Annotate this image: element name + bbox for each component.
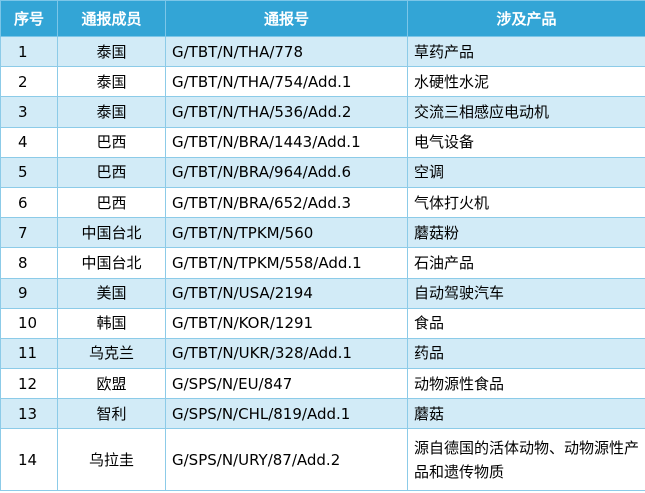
cell-product: 自动驾驶汽车 xyxy=(407,277,645,309)
cell-member: 欧盟 xyxy=(57,368,166,400)
cell-product: 草药产品 xyxy=(407,35,645,68)
table-row: 1 泰国 G/TBT/N/THA/778 草药产品 xyxy=(0,35,645,68)
header-no: 序号 xyxy=(0,0,58,37)
cell-no: 10 xyxy=(0,307,58,339)
cell-code: G/TBT/N/BRA/964/Add.6 xyxy=(165,156,408,188)
cell-code: G/TBT/N/TPKM/558/Add.1 xyxy=(165,247,408,279)
cell-member: 泰国 xyxy=(57,66,166,98)
header-code: 通报号 xyxy=(165,0,408,37)
table-row: 12 欧盟 G/SPS/N/EU/847 动物源性食品 xyxy=(0,368,645,400)
table-row: 10 韩国 G/TBT/N/KOR/1291 食品 xyxy=(0,307,645,339)
table-row: 2 泰国 G/TBT/N/THA/754/Add.1 水硬性水泥 xyxy=(0,66,645,98)
cell-no: 7 xyxy=(0,217,58,249)
table-row: 3 泰国 G/TBT/N/THA/536/Add.2 交流三相感应电动机 xyxy=(0,96,645,128)
cell-product: 动物源性食品 xyxy=(407,368,645,400)
table-row: 7 中国台北 G/TBT/N/TPKM/560 蘑菇粉 xyxy=(0,217,645,249)
cell-product: 气体打火机 xyxy=(407,186,645,219)
cell-product: 蘑菇 xyxy=(407,398,645,430)
cell-no: 1 xyxy=(0,35,58,68)
table-row: 5 巴西 G/TBT/N/BRA/964/Add.6 空调 xyxy=(0,156,645,188)
cell-member: 智利 xyxy=(57,398,166,430)
table-row: 9 美国 G/TBT/N/USA/2194 自动驾驶汽车 xyxy=(0,277,645,309)
table-row: 14 乌拉圭 G/SPS/N/URY/87/Add.2 源自德国的活体动物、动物… xyxy=(0,428,645,492)
table-row: 4 巴西 G/TBT/N/BRA/1443/Add.1 电气设备 xyxy=(0,126,645,158)
cell-no: 9 xyxy=(0,277,58,309)
cell-product: 交流三相感应电动机 xyxy=(407,96,645,128)
cell-product: 蘑菇粉 xyxy=(407,217,645,249)
cell-code: G/TBT/N/UKR/328/Add.1 xyxy=(165,337,408,370)
cell-code: G/TBT/N/BRA/1443/Add.1 xyxy=(165,126,408,158)
cell-product: 水硬性水泥 xyxy=(407,66,645,98)
cell-code: G/SPS/N/EU/847 xyxy=(165,368,408,400)
cell-member: 乌拉圭 xyxy=(57,428,166,492)
cell-code: G/SPS/N/URY/87/Add.2 xyxy=(165,428,408,492)
cell-code: G/SPS/N/CHL/819/Add.1 xyxy=(165,398,408,430)
header-member: 通报成员 xyxy=(57,0,166,37)
cell-product: 药品 xyxy=(407,337,645,370)
header-product: 涉及产品 xyxy=(407,0,645,37)
cell-code: G/TBT/N/KOR/1291 xyxy=(165,307,408,339)
cell-no: 2 xyxy=(0,66,58,98)
cell-no: 6 xyxy=(0,186,58,219)
cell-member: 巴西 xyxy=(57,126,166,158)
cell-code: G/TBT/N/THA/778 xyxy=(165,35,408,68)
cell-product: 电气设备 xyxy=(407,126,645,158)
cell-code: G/TBT/N/THA/754/Add.1 xyxy=(165,66,408,98)
notification-table: 序号 通报成员 通报号 涉及产品 1 泰国 G/TBT/N/THA/778 草药… xyxy=(0,0,645,492)
cell-member: 乌克兰 xyxy=(57,337,166,370)
cell-code: G/TBT/N/USA/2194 xyxy=(165,277,408,309)
cell-member: 中国台北 xyxy=(57,217,166,249)
cell-member: 美国 xyxy=(57,277,166,309)
cell-no: 14 xyxy=(0,428,58,492)
cell-member: 巴西 xyxy=(57,186,166,219)
cell-no: 8 xyxy=(0,247,58,279)
cell-product: 食品 xyxy=(407,307,645,339)
table-row: 11 乌克兰 G/TBT/N/UKR/328/Add.1 药品 xyxy=(0,337,645,370)
table-row: 6 巴西 G/TBT/N/BRA/652/Add.3 气体打火机 xyxy=(0,186,645,219)
cell-member: 泰国 xyxy=(57,35,166,68)
table-row: 13 智利 G/SPS/N/CHL/819/Add.1 蘑菇 xyxy=(0,398,645,430)
cell-code: G/TBT/N/THA/536/Add.2 xyxy=(165,96,408,128)
table-row: 8 中国台北 G/TBT/N/TPKM/558/Add.1 石油产品 xyxy=(0,247,645,279)
header-row: 序号 通报成员 通报号 涉及产品 xyxy=(0,0,645,37)
cell-product: 源自德国的活体动物、动物源性产品和遗传物质 xyxy=(407,428,645,492)
table-header: 序号 通报成员 通报号 涉及产品 xyxy=(0,0,645,37)
cell-member: 巴西 xyxy=(57,156,166,188)
cell-no: 4 xyxy=(0,126,58,158)
cell-code: G/TBT/N/TPKM/560 xyxy=(165,217,408,249)
table-body: 1 泰国 G/TBT/N/THA/778 草药产品 2 泰国 G/TBT/N/T… xyxy=(0,35,645,492)
cell-member: 韩国 xyxy=(57,307,166,339)
cell-code: G/TBT/N/BRA/652/Add.3 xyxy=(165,186,408,219)
cell-member: 泰国 xyxy=(57,96,166,128)
cell-member: 中国台北 xyxy=(57,247,166,279)
cell-no: 12 xyxy=(0,368,58,400)
cell-product: 石油产品 xyxy=(407,247,645,279)
cell-no: 13 xyxy=(0,398,58,430)
cell-no: 5 xyxy=(0,156,58,188)
cell-product: 空调 xyxy=(407,156,645,188)
cell-no: 11 xyxy=(0,337,58,370)
cell-no: 3 xyxy=(0,96,58,128)
